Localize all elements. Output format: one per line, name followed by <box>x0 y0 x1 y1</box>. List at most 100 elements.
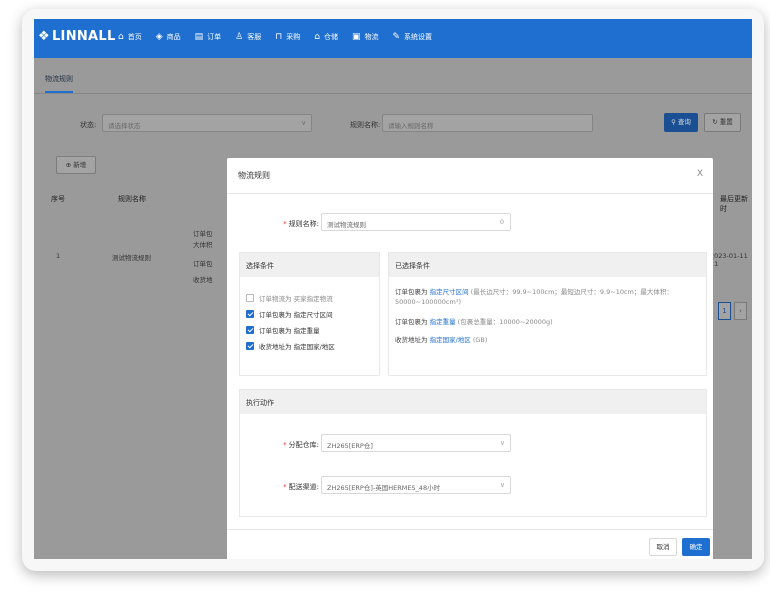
plus-icon: ⊕ <box>65 161 72 169</box>
rule-name-input[interactable]: 请输入规则名称 <box>382 114 593 132</box>
channel-select[interactable]: ZH265[ERP仓]-英国HERMES_48小时 ∨ <box>321 476 511 494</box>
header-updated: 最后更新时 <box>720 195 748 213</box>
search-icon: ⚲ <box>671 118 676 126</box>
nav-item-products[interactable]: ◈ 商品 <box>156 32 181 42</box>
rule-name-placeholder: 请输入规则名称 <box>388 122 434 130</box>
action-panel-title: 执行动作 <box>240 390 706 414</box>
query-button[interactable]: ⚲ 查询 <box>664 113 698 132</box>
condition-buyer-logistics[interactable]: 订单物流为 买家指定物流 <box>246 293 333 303</box>
weight-link[interactable]: 指定重量 <box>430 318 456 326</box>
condition-label: 订单包裹为 指定重量 <box>259 327 320 335</box>
screenshot-frame: ❖ LINNALL ⌂ 首页 ◈ 商品 ▤ 订单 ♙ 客服 ⊓ 采购 ⌂ 仓储 ▣ 物流 ✎ 系统… <box>22 9 764 571</box>
conditions-panel: 选择条件 订单物流为 买家指定物流 订单包裹为 指定尺寸区间 订单包裹为 指定重… <box>239 252 380 376</box>
bag-icon: ⊓ <box>275 32 283 42</box>
tab-strip: 物流规则 <box>34 68 752 94</box>
pager-page-current[interactable]: 1 <box>718 302 731 320</box>
user-icon: ♙ <box>235 32 244 42</box>
logo-mark-icon: ❖ <box>38 29 50 44</box>
cancel-button[interactable]: 取消 <box>649 538 677 556</box>
condition-country[interactable]: 收货地址为 指定国家/地区 <box>246 341 335 351</box>
nav-label: 商品 <box>166 33 181 41</box>
add-button[interactable]: ⊕ 新增 <box>56 156 96 174</box>
nav-label: 客服 <box>247 33 262 41</box>
rule-name-label: 规则名称: <box>350 121 381 129</box>
chevron-down-icon: ∨ <box>499 481 505 489</box>
pager-next[interactable]: › <box>734 302 747 320</box>
selected-detail: 50000~100000cm³) <box>395 298 461 306</box>
filter-row: 状态: 请选择状态 ∨ 规则名称: 请输入规则名称 <box>34 114 752 136</box>
condition-label: 订单物流为 买家指定物流 <box>259 295 333 303</box>
chevron-down-icon: ∨ <box>499 439 505 447</box>
rule-name-field-label-text: 规则名称: <box>288 220 319 228</box>
reset-label: 重置 <box>719 118 733 126</box>
dialog-footer-divider <box>227 529 713 530</box>
condition-size-range[interactable]: 订单包裹为 指定尺寸区间 <box>246 309 333 319</box>
nav-item-logistics[interactable]: ▣ 物流 <box>352 32 379 42</box>
nav-item-home[interactable]: ⌂ 首页 <box>118 32 142 42</box>
selected-prefix: 收货地址为 <box>395 336 428 344</box>
size-range-link[interactable]: 指定尺寸区间 <box>430 288 469 296</box>
status-label: 状态: <box>80 121 97 129</box>
row-seq: 1 <box>56 252 61 260</box>
checkbox-checked-icon <box>246 310 254 318</box>
checkbox-checked-icon <box>246 326 254 334</box>
row-condition: 订单包 <box>193 260 213 268</box>
main-nav: ⌂ 首页 ◈ 商品 ▤ 订单 ♙ 客服 ⊓ 采购 ⌂ 仓储 ▣ 物流 ✎ 系统设置 <box>118 32 446 42</box>
reset-button[interactable]: ↻ 重置 <box>704 113 741 132</box>
tab-logistics-rules[interactable]: 物流规则 <box>45 74 73 93</box>
header-seq: 序号 <box>51 195 65 203</box>
box-icon: ◈ <box>155 32 163 42</box>
row-updated: 2023-01-11 11 <box>710 252 748 268</box>
selected-detail: (最长边尺寸：99.9~100cm；最短边尺寸：9.9~10cm；最大体积： <box>470 288 673 296</box>
close-icon[interactable]: X <box>697 169 703 179</box>
channel-value: ZH265[ERP仓]-英国HERMES_48小时 <box>327 484 441 492</box>
add-label: 新增 <box>73 161 87 169</box>
nav-item-warehouse[interactable]: ⌂ 仓储 <box>314 32 338 42</box>
nav-item-purchase[interactable]: ⊓ 采购 <box>275 32 300 42</box>
chevron-down-icon: ∨ <box>301 119 306 127</box>
rule-name-field[interactable]: 测试物流规则 0 <box>321 213 511 231</box>
row-condition: 订单包 <box>193 230 213 238</box>
header-rule-name: 规则名称 <box>118 195 146 203</box>
required-mark: * <box>283 441 287 449</box>
selected-detail: (包裹总重量：10000~20000g) <box>457 318 553 326</box>
logo[interactable]: ❖ LINNALL <box>38 29 116 44</box>
channel-label-text: 配送渠道: <box>288 483 319 491</box>
home-icon: ⌂ <box>118 32 124 42</box>
logo-text: LINNALL <box>51 29 116 44</box>
row-rule-name: 测试物流规则 <box>112 254 151 262</box>
country-link[interactable]: 指定国家/地区 <box>430 336 471 344</box>
status-select[interactable]: 请选择状态 ∨ <box>102 114 312 132</box>
checkbox-icon <box>246 294 254 302</box>
query-label: 查询 <box>677 118 691 126</box>
confirm-button[interactable]: 确定 <box>682 538 710 556</box>
nav-label: 订单 <box>207 33 222 41</box>
nav-item-settings[interactable]: ✎ 系统设置 <box>393 32 433 42</box>
rule-name-field-label: * 规则名称: <box>267 219 319 229</box>
condition-label: 订单包裹为 指定尺寸区间 <box>259 311 333 319</box>
logistics-rule-dialog: 物流规则 X * 规则名称: 测试物流规则 0 选择条件 订单物流为 买家指定物流 … <box>227 158 713 559</box>
warehouse-select[interactable]: ZH265[ERP仓] ∨ <box>321 434 511 452</box>
required-mark: * <box>283 483 287 491</box>
selected-size-line: 订单包裹为 指定尺寸区间 (最长边尺寸：99.9~100cm；最短边尺寸：9.9… <box>395 287 700 307</box>
warehouse-icon: ⌂ <box>314 32 320 42</box>
row-condition: 大体积 <box>193 241 213 249</box>
selected-detail: (GB) <box>472 336 488 344</box>
selected-panel-title: 已选择条件 <box>389 253 706 277</box>
nav-label: 系统设置 <box>404 33 433 41</box>
selected-country-line: 收货地址为 指定国家/地区 (GB) <box>395 335 487 345</box>
nav-label: 首页 <box>127 33 142 41</box>
dialog-divider <box>227 193 713 194</box>
warehouse-field-label: * 分配仓库: <box>267 440 319 450</box>
channel-field-label: * 配送渠道: <box>267 482 319 492</box>
checkbox-checked-icon <box>246 342 254 350</box>
nav-item-orders[interactable]: ▤ 订单 <box>195 32 222 42</box>
nav-label: 仓储 <box>323 33 338 41</box>
top-navbar: ❖ LINNALL ⌂ 首页 ◈ 商品 ▤ 订单 ♙ 客服 ⊓ 采购 ⌂ 仓储 ▣ 物流 ✎ 系统… <box>34 19 752 58</box>
required-mark: * <box>283 220 287 228</box>
nav-label: 物流 <box>364 33 379 41</box>
condition-weight[interactable]: 订单包裹为 指定重量 <box>246 325 320 335</box>
nav-label: 采购 <box>286 33 301 41</box>
action-panel: 执行动作 <box>239 389 707 517</box>
nav-item-service[interactable]: ♙ 客服 <box>235 32 261 42</box>
